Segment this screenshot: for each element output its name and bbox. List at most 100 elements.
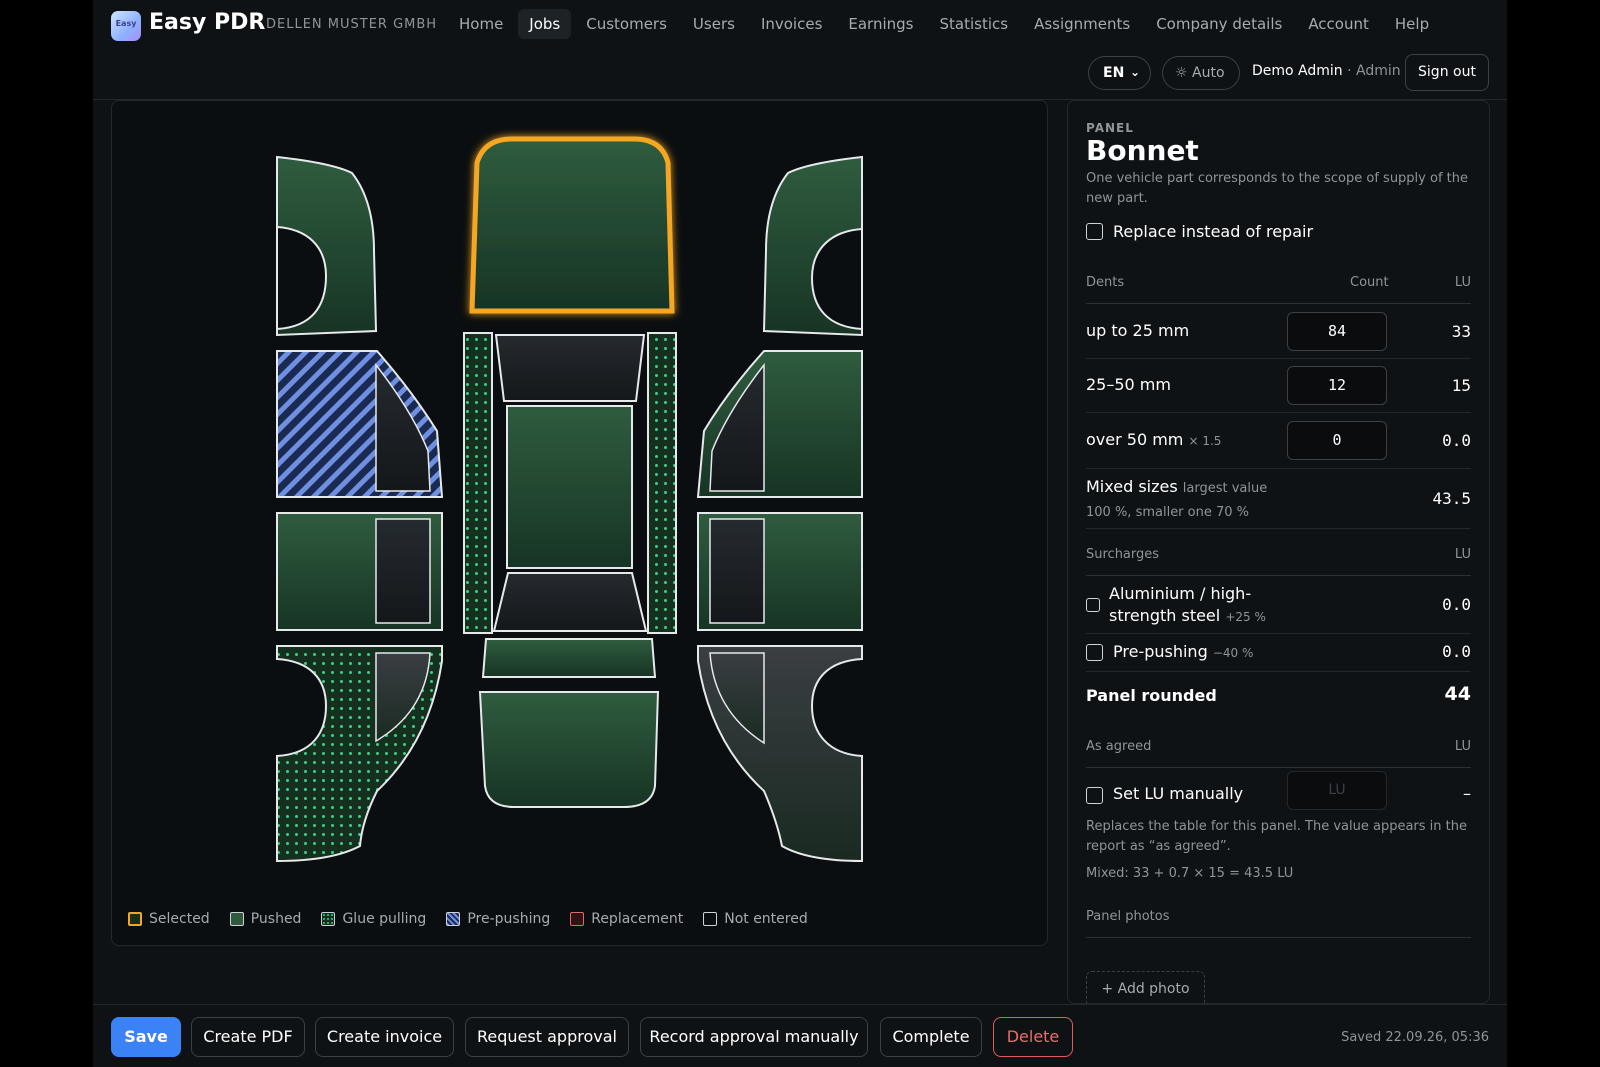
- legend-label: Selected: [149, 911, 210, 927]
- theme-toggle[interactable]: ☼ Auto: [1162, 56, 1240, 90]
- prepush-label-group: Pre-pushing −40 %: [1113, 642, 1253, 661]
- panel-eyebrow: PANEL: [1086, 121, 1134, 135]
- current-user: Demo Admin · Admin: [1252, 63, 1401, 79]
- record-approval-button[interactable]: Record approval manually: [640, 1017, 868, 1057]
- mixed-sizes-label-group: Mixed sizes largest value 100 %, smaller…: [1086, 476, 1267, 524]
- dent-row-lu: 0.0: [1442, 431, 1471, 450]
- legend-not-entered-swatch: [703, 912, 718, 926]
- nav-company-details[interactable]: Company details: [1145, 9, 1293, 39]
- save-button[interactable]: Save: [111, 1017, 181, 1057]
- panel-spoiler[interactable]: [481, 638, 657, 678]
- replace-checkbox[interactable]: [1086, 223, 1103, 240]
- dents-header: Dents Count LU: [1086, 275, 1471, 304]
- aluminium-percent: +25 %: [1225, 610, 1266, 624]
- request-approval-button[interactable]: Request approval: [465, 1017, 629, 1057]
- language-value: EN: [1103, 65, 1125, 81]
- user-name: Demo Admin: [1252, 63, 1343, 79]
- replace-label: Replace instead of repair: [1113, 222, 1314, 241]
- dent-row-lu: 33: [1451, 322, 1471, 341]
- legend-prepush-swatch: [446, 912, 461, 926]
- create-pdf-button[interactable]: Create PDF: [191, 1017, 305, 1057]
- rear-window: [492, 572, 648, 632]
- dent-count-large-input[interactable]: 0: [1287, 421, 1387, 460]
- replace-instead-of-repair[interactable]: Replace instead of repair: [1086, 222, 1471, 241]
- dent-count-medium-input[interactable]: 12: [1287, 366, 1387, 405]
- chevron-down-icon: ⌄: [1129, 65, 1140, 79]
- saved-status: Saved 22.09.26, 05:36: [1341, 1030, 1489, 1045]
- nav-invoices[interactable]: Invoices: [750, 9, 833, 39]
- legend-label: Pre-pushing: [467, 911, 551, 927]
- legend-item-selected: Selected: [128, 911, 210, 927]
- prepush-checkbox[interactable]: [1086, 644, 1103, 661]
- legend-item-pushed: Pushed: [229, 911, 302, 927]
- vehicle-panels-svg: [276, 136, 863, 863]
- sign-out-button[interactable]: Sign out: [1405, 54, 1489, 91]
- panel-roof[interactable]: [506, 405, 633, 569]
- manual-lu-checkbox[interactable]: [1086, 787, 1103, 804]
- nav-earnings[interactable]: Earnings: [837, 9, 924, 39]
- legend-label: Glue pulling: [342, 911, 427, 927]
- legend-glue-swatch: [321, 912, 336, 926]
- manual-lu-input[interactable]: LU: [1287, 771, 1387, 810]
- windscreen: [494, 334, 646, 402]
- panel-front-fender-left[interactable]: [276, 155, 378, 337]
- mixed-sizes-label: Mixed sizes: [1086, 477, 1178, 496]
- panel-roof-rail-right[interactable]: [647, 332, 677, 634]
- panel-roof-rail-left[interactable]: [463, 332, 493, 634]
- panel-rounded-value: 44: [1444, 683, 1471, 705]
- dent-row-multiplier: × 1.5: [1188, 434, 1222, 448]
- surcharge-aluminium-row: Aluminium / high- strength steel +25 % 0…: [1086, 577, 1471, 634]
- mixed-sizes-note: largest value: [1182, 481, 1268, 496]
- create-invoice-button[interactable]: Create invoice: [315, 1017, 454, 1057]
- panel-bonnet[interactable]: [469, 136, 675, 314]
- dent-row-label: over 50 mm: [1086, 430, 1184, 449]
- window-rear-right: [709, 518, 765, 624]
- legend-pushed-swatch: [229, 912, 244, 926]
- prepush-percent: −40 %: [1212, 646, 1254, 660]
- complete-button[interactable]: Complete: [880, 1017, 982, 1057]
- nav-statistics[interactable]: Statistics: [928, 9, 1019, 39]
- nav-users[interactable]: Users: [682, 9, 746, 39]
- panel-front-fender-right[interactable]: [762, 155, 863, 337]
- app-window: Easy Easy PDR DELLEN MUSTER GMBH Home Jo…: [93, 0, 1507, 1067]
- nav-help[interactable]: Help: [1384, 9, 1440, 39]
- surcharges-header-label: Surcharges: [1086, 547, 1160, 562]
- panel-photos-header: Panel photos: [1086, 909, 1471, 938]
- panel-description: One vehicle part corresponds to the scop…: [1086, 171, 1468, 206]
- legend-item-replacement: Replacement: [570, 911, 683, 927]
- nav-home[interactable]: Home: [448, 9, 514, 39]
- surcharges-header: Surcharges LU: [1086, 547, 1471, 576]
- mixed-formula: Mixed: 33 + 0.7 × 15 = 43.5 LU: [1086, 866, 1294, 881]
- app-logo-icon[interactable]: Easy: [111, 11, 141, 41]
- manual-lu-value: –: [1463, 784, 1471, 803]
- prepush-label: Pre-pushing: [1113, 642, 1208, 661]
- panel-rounded-row: Panel rounded 44: [1086, 672, 1471, 722]
- aluminium-label: strength steel: [1109, 606, 1221, 625]
- legend-label: Pushed: [250, 911, 302, 927]
- brand-name[interactable]: Easy PDR: [149, 10, 265, 35]
- prepush-value: 0.0: [1442, 642, 1471, 661]
- nav-customers[interactable]: Customers: [575, 9, 678, 39]
- legend-item-glue: Glue pulling: [321, 911, 426, 927]
- panel-details: PANEL Bonnet One vehicle part correspond…: [1067, 100, 1490, 1004]
- panel-title: Bonnet: [1086, 134, 1199, 167]
- dent-count-small-input[interactable]: 84: [1287, 312, 1387, 351]
- panel-rounded-label: Panel rounded: [1086, 686, 1217, 705]
- nav-assignments[interactable]: Assignments: [1023, 9, 1141, 39]
- aluminium-checkbox[interactable]: [1086, 598, 1100, 612]
- aluminium-label: Aluminium / high-: [1109, 584, 1252, 603]
- dent-row-small: up to 25 mm 84 33: [1086, 305, 1471, 359]
- nav-jobs[interactable]: Jobs: [518, 9, 572, 39]
- mixed-sizes-note: 100 %, smaller one 70 %: [1086, 505, 1250, 520]
- dent-row-medium: 25–50 mm 12 15: [1086, 359, 1471, 413]
- language-select[interactable]: EN ⌄: [1088, 56, 1151, 90]
- manual-lu-row: Set LU manually LU –: [1086, 769, 1471, 821]
- panel-photos-label: Panel photos: [1086, 909, 1170, 924]
- add-photo-button[interactable]: + Add photo: [1086, 971, 1205, 1003]
- action-footer: Save Create PDF Create invoice Request a…: [93, 1004, 1507, 1067]
- delete-button[interactable]: Delete: [993, 1017, 1073, 1057]
- dents-header-count: Count: [1350, 275, 1389, 290]
- panel-trunk[interactable]: [478, 691, 660, 808]
- panel-legend: Selected Pushed Glue pulling Pre-pushing…: [128, 911, 808, 927]
- nav-account[interactable]: Account: [1297, 9, 1380, 39]
